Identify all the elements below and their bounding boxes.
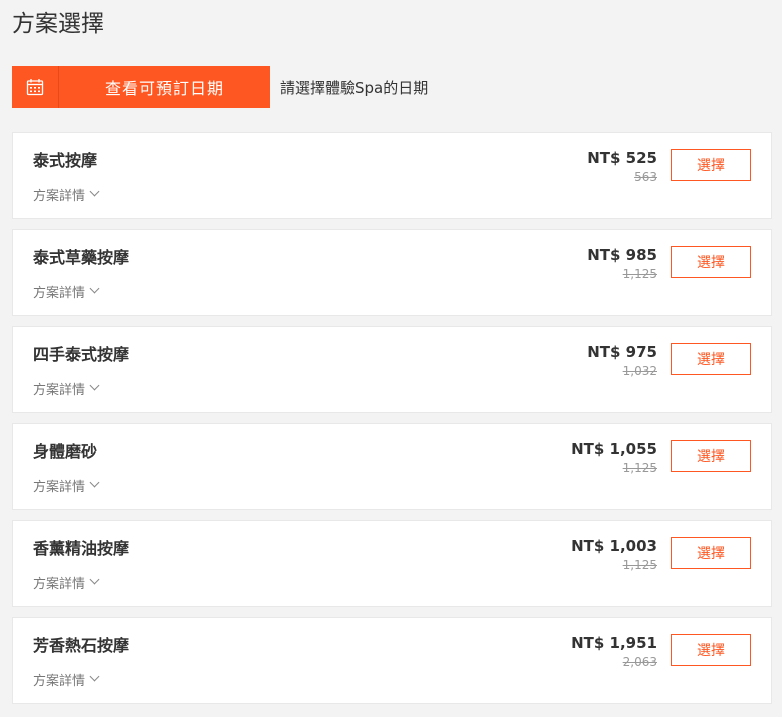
plan-name: 四手泰式按摩 [33, 345, 130, 364]
plan-details-toggle[interactable]: 方案詳情 [33, 476, 100, 495]
date-hint: 請選擇體驗Spa的日期 [280, 78, 429, 97]
page-title: 方案選擇 [12, 11, 104, 37]
plan-original-price: 1,032 [622, 364, 657, 378]
plan-card: 泰式草藥按摩 方案詳情 NT$ 985 1,125 選擇 [12, 229, 772, 316]
price-box: NT$ 1,003 1,125 [571, 536, 657, 574]
plan-details-label: 方案詳情 [33, 674, 86, 689]
plan-details-toggle[interactable]: 方案詳情 [33, 185, 100, 204]
plan-original-price: 563 [634, 170, 657, 184]
plan-details-label: 方案詳情 [33, 286, 86, 301]
plan-details-label: 方案詳情 [33, 577, 86, 592]
select-plan-button[interactable]: 選擇 [671, 537, 751, 569]
plan-details-toggle[interactable]: 方案詳情 [33, 282, 100, 301]
plan-name: 芳香熱石按摩 [33, 636, 130, 655]
plan-price: NT$ 1,951 [571, 634, 657, 652]
plan-price: NT$ 985 [587, 246, 657, 264]
check-available-dates-label: 查看可預訂日期 [104, 79, 224, 98]
price-box: NT$ 1,951 2,063 [571, 633, 657, 671]
select-plan-button[interactable]: 選擇 [671, 246, 751, 278]
plan-list: 泰式按摩 方案詳情 NT$ 525 563 選擇 泰式草藥按摩 方案詳情 NT$… [12, 132, 772, 714]
price-box: NT$ 985 1,125 [587, 245, 657, 283]
plan-details-label: 方案詳情 [33, 480, 86, 495]
plan-details-label: 方案詳情 [33, 189, 86, 204]
plan-name: 身體磨砂 [33, 442, 98, 461]
plan-card: 四手泰式按摩 方案詳情 NT$ 975 1,032 選擇 [12, 326, 772, 413]
chevron-down-icon [89, 380, 100, 391]
plan-card: 身體磨砂 方案詳情 NT$ 1,055 1,125 選擇 [12, 423, 772, 510]
plan-price: NT$ 975 [587, 343, 657, 361]
plan-original-price: 1,125 [622, 558, 657, 572]
select-plan-button[interactable]: 選擇 [671, 343, 751, 375]
plan-original-price: 1,125 [622, 267, 657, 281]
plan-details-toggle[interactable]: 方案詳情 [33, 379, 100, 398]
plan-price: NT$ 525 [587, 149, 657, 167]
plan-price: NT$ 1,003 [571, 537, 657, 555]
check-available-dates-button[interactable]: 查看可預訂日期 [12, 66, 270, 108]
price-box: NT$ 525 563 [587, 148, 657, 186]
select-plan-button[interactable]: 選擇 [671, 149, 751, 181]
price-box: NT$ 975 1,032 [587, 342, 657, 380]
select-plan-button[interactable]: 選擇 [671, 634, 751, 666]
calendar-icon [12, 66, 59, 108]
plan-details-toggle[interactable]: 方案詳情 [33, 573, 100, 592]
plan-card: 香薰精油按摩 方案詳情 NT$ 1,003 1,125 選擇 [12, 520, 772, 607]
plan-name: 泰式按摩 [33, 151, 98, 170]
plan-original-price: 1,125 [622, 461, 657, 475]
chevron-down-icon [89, 574, 100, 585]
plan-name: 香薰精油按摩 [33, 539, 130, 558]
plan-details-toggle[interactable]: 方案詳情 [33, 670, 100, 689]
plan-original-price: 2,063 [622, 655, 657, 669]
chevron-down-icon [89, 186, 100, 197]
date-bar: 查看可預訂日期 請選擇體驗Spa的日期 [12, 66, 428, 108]
plan-card: 芳香熱石按摩 方案詳情 NT$ 1,951 2,063 選擇 [12, 617, 772, 704]
plan-price: NT$ 1,055 [571, 440, 657, 458]
plan-card: 泰式按摩 方案詳情 NT$ 525 563 選擇 [12, 132, 772, 219]
plan-name: 泰式草藥按摩 [33, 248, 130, 267]
chevron-down-icon [89, 283, 100, 294]
price-box: NT$ 1,055 1,125 [571, 439, 657, 477]
chevron-down-icon [89, 671, 100, 682]
select-plan-button[interactable]: 選擇 [671, 440, 751, 472]
chevron-down-icon [89, 477, 100, 488]
plan-details-label: 方案詳情 [33, 383, 86, 398]
